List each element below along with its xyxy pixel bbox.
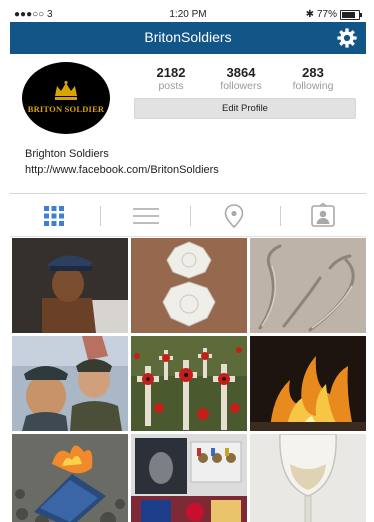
photo-grid — [12, 238, 366, 522]
posts-count: 2182 — [156, 65, 186, 80]
following-count: 283 — [302, 65, 324, 80]
photo-tile[interactable] — [131, 238, 247, 333]
battery-percent: 77% — [316, 9, 337, 20]
profile-name: Brighton Soldiers — [25, 148, 109, 160]
crown-icon — [55, 80, 77, 100]
photo-tile[interactable] — [250, 434, 366, 522]
divider — [10, 236, 366, 237]
tab-separator — [190, 206, 191, 226]
page-title: BritonSoldiers — [144, 29, 232, 45]
app-screen: ●●●○○ 3 1:20 PM ✱ 77% BritonSoldiers BRI… — [10, 0, 366, 522]
divider — [10, 193, 366, 194]
status-bar: ●●●○○ 3 1:20 PM ✱ 77% — [10, 8, 366, 22]
edit-profile-button[interactable]: Edit Profile — [134, 98, 356, 119]
grid-icon[interactable] — [40, 203, 68, 229]
photo-tile[interactable] — [250, 238, 366, 333]
profile-website-link[interactable]: http://www.facebook.com/BritonSoldiers — [25, 164, 219, 176]
photo-tile[interactable] — [250, 336, 366, 431]
followers-label: followers — [220, 80, 262, 92]
list-icon[interactable] — [132, 203, 160, 229]
tab-separator — [280, 206, 281, 226]
profile-view-tabs — [10, 196, 366, 236]
avatar[interactable]: BRITON SOLDIER — [22, 62, 110, 134]
photo-tile[interactable] — [12, 336, 128, 431]
photo-tile[interactable] — [131, 336, 247, 431]
avatar-brand-text: BRITON SOLDIER — [27, 104, 105, 114]
battery-icon — [340, 9, 362, 20]
bluetooth-icon: ✱ — [305, 9, 314, 20]
location-pin-icon[interactable] — [220, 203, 248, 229]
following-label: following — [292, 80, 334, 92]
photo-tile[interactable] — [12, 238, 128, 333]
stat-following[interactable]: 283 following — [282, 65, 344, 93]
tab-separator — [100, 206, 101, 226]
posts-label: posts — [158, 80, 184, 92]
stat-followers[interactable]: 3864 followers — [210, 65, 272, 93]
photo-tile[interactable] — [12, 434, 128, 522]
status-right: ✱ 77% — [305, 9, 362, 20]
photo-tile[interactable] — [131, 434, 247, 522]
gear-icon[interactable] — [336, 27, 358, 49]
followers-count: 3864 — [226, 65, 256, 80]
stat-posts[interactable]: 2182 posts — [140, 65, 202, 93]
tagged-person-icon[interactable] — [309, 203, 337, 229]
top-navbar: BritonSoldiers — [10, 22, 366, 54]
